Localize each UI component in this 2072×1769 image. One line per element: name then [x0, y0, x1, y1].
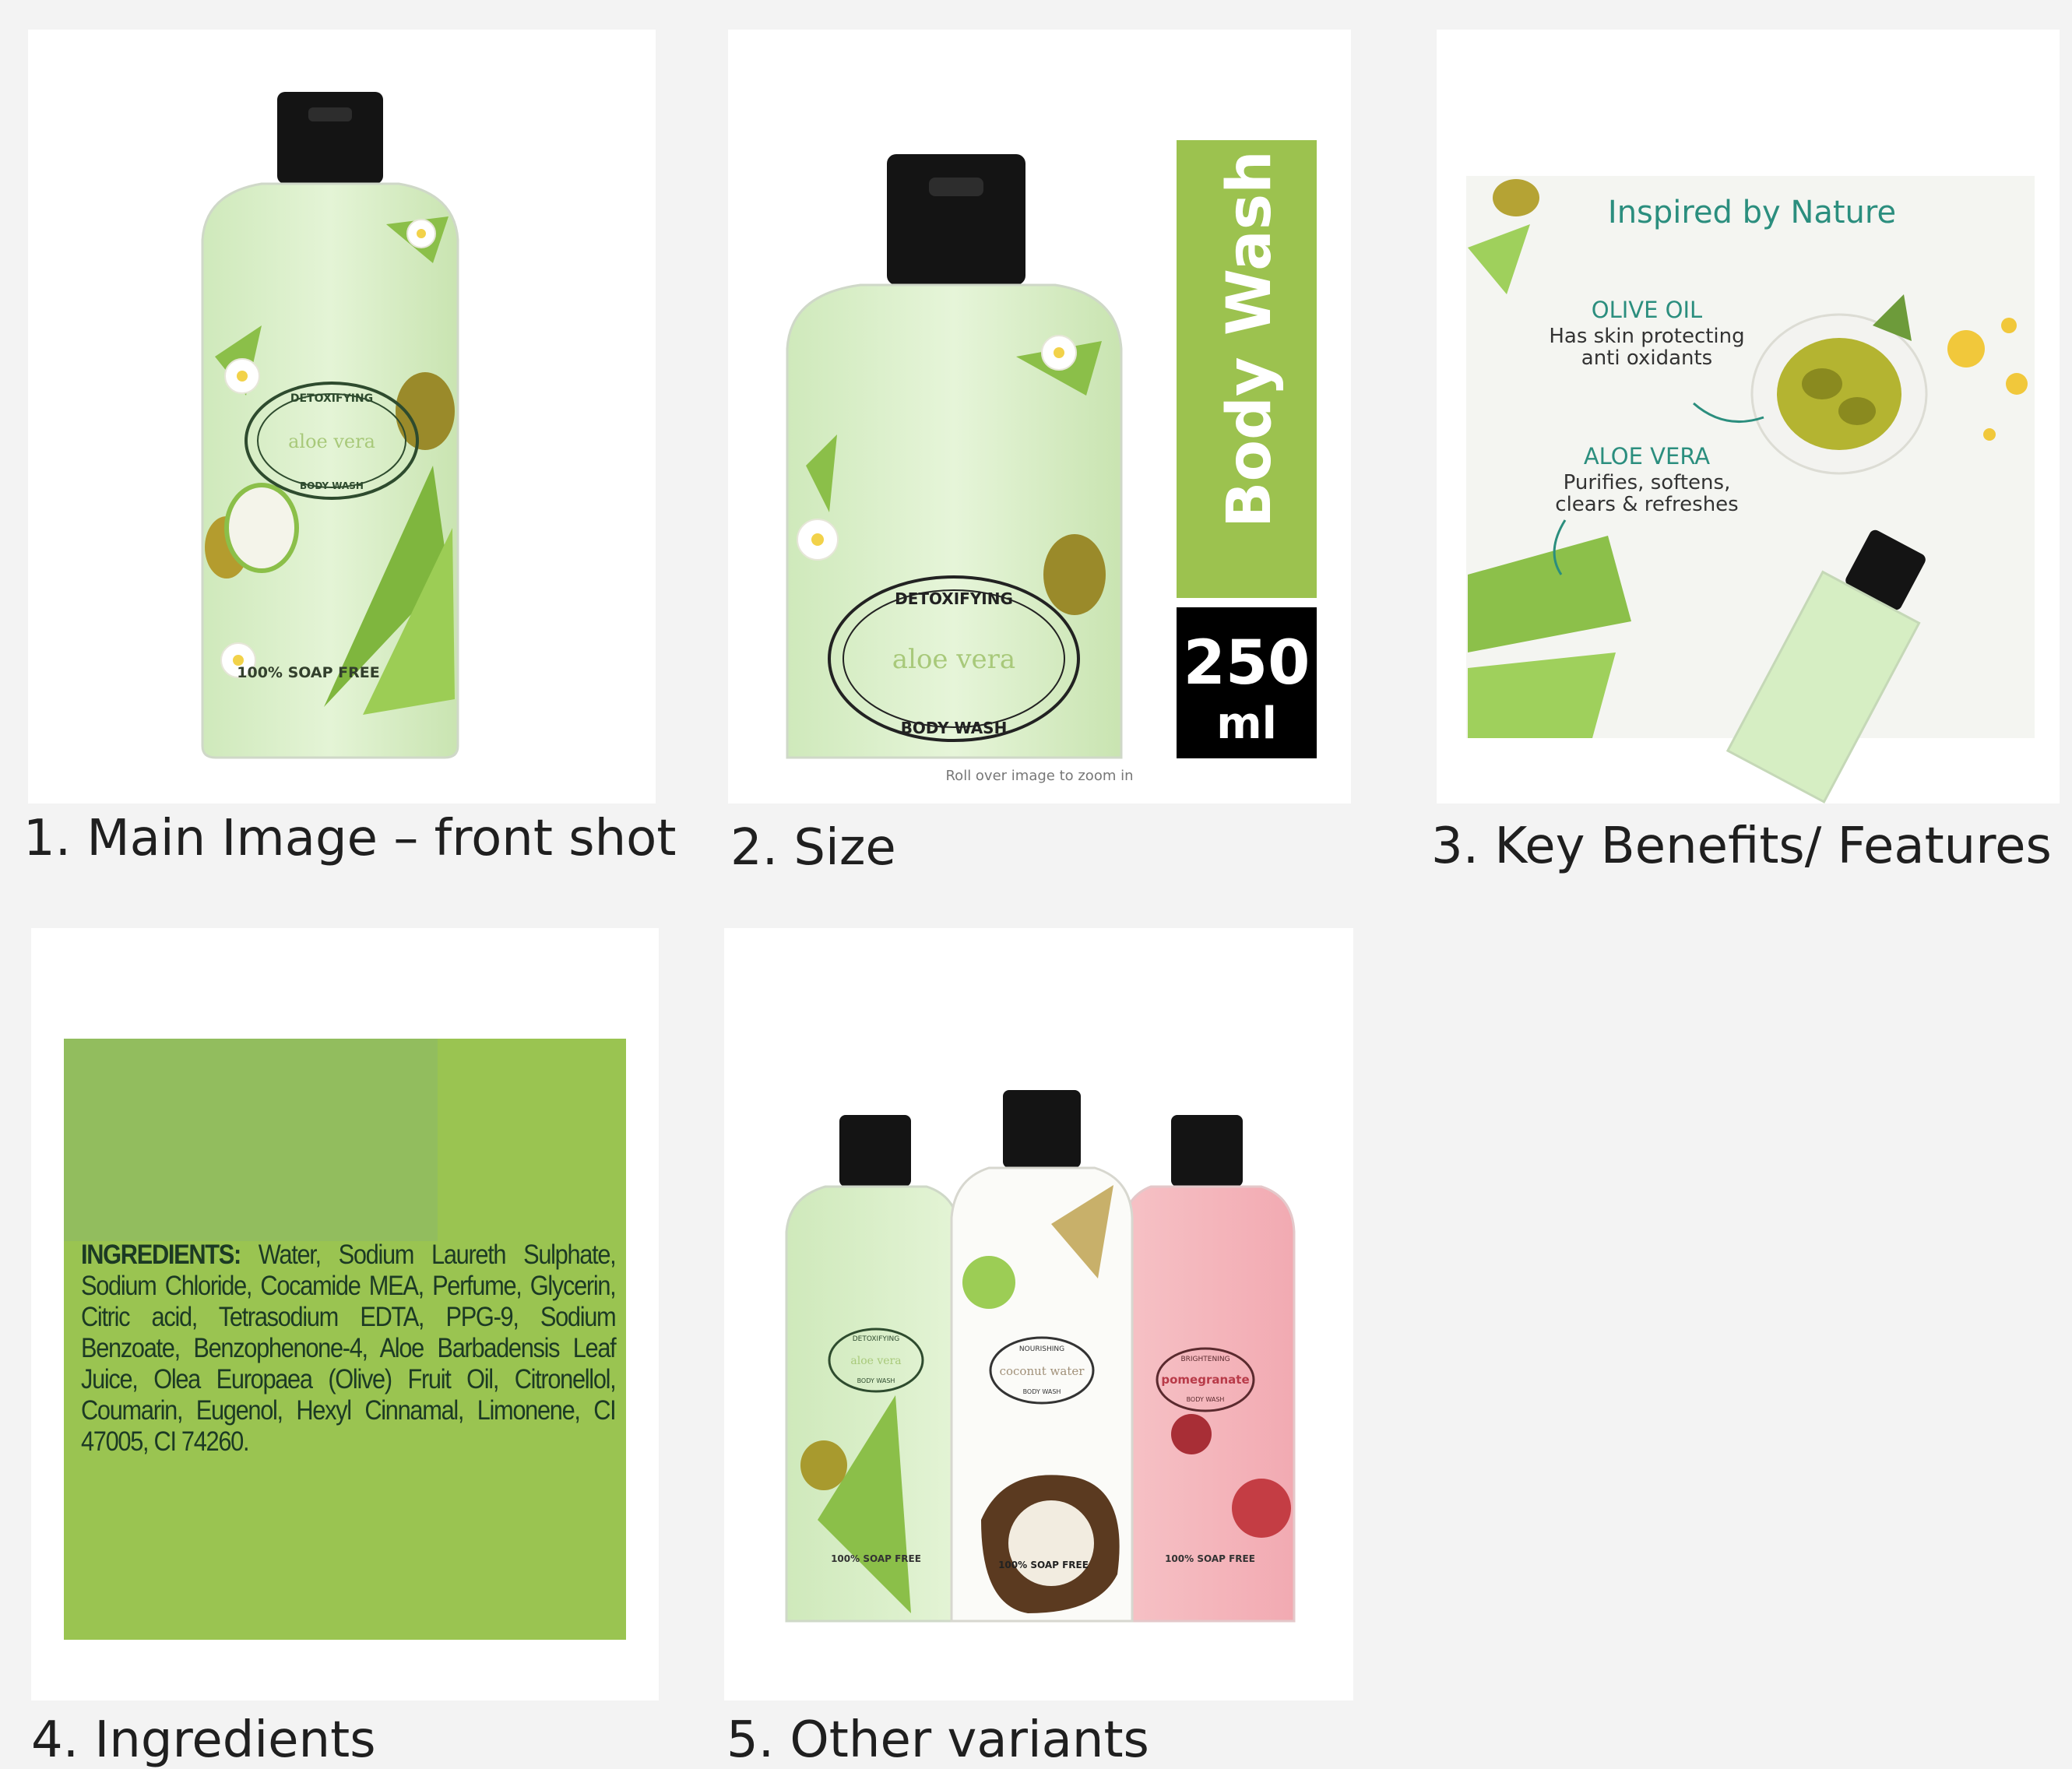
- panel-other-variants[interactable]: DETOXIFYING aloe vera BODY WASH 100% SOA…: [724, 928, 1353, 1700]
- size-bottle-image: DETOXIFYING aloe vera BODY WASH Body Was…: [786, 140, 1317, 784]
- volume-unit-text: ml: [1216, 698, 1277, 749]
- ingredients-list: Water, Sodium Laureth Sulphate, Sodium C…: [81, 1240, 617, 1457]
- panel-size[interactable]: DETOXIFYING aloe vera BODY WASH Body Was…: [728, 30, 1351, 804]
- variant-left-top: DETOXIFYING: [853, 1335, 900, 1343]
- aloe-bottle-front-image: DETOXIFYING aloe vera BODY WASH 100% SOA…: [201, 92, 459, 759]
- aloe-vera-desc-1: Purifies, softens,: [1564, 471, 1731, 494]
- variant-right-soap-free: 100% SOAP FREE: [1165, 1553, 1255, 1564]
- aloe-vera-desc-2: clears & refreshes: [1555, 493, 1738, 516]
- ingredients-image: INGREDIENTS: Water, Sodium Laureth Sulph…: [64, 1039, 626, 1640]
- variant-left-bottom: BODY WASH: [857, 1377, 895, 1384]
- size-label-name-text: aloe vera: [892, 644, 1015, 675]
- ingredients-bg-shade: [64, 1039, 438, 1241]
- label-name-text: aloe vera: [288, 431, 375, 452]
- zoom-hint-text: Roll over image to zoom in: [945, 768, 1133, 784]
- label-top-text: DETOXIFYING: [290, 392, 373, 405]
- variants-bottles-image: DETOXIFYING aloe vera BODY WASH 100% SOA…: [785, 1090, 1296, 1623]
- label-bottom-text: BODY WASH: [300, 480, 364, 491]
- variant-mid-top: NOURISHING: [1019, 1345, 1064, 1353]
- variant-left-soap-free: 100% SOAP FREE: [831, 1553, 921, 1564]
- variant-right-top: BRIGHTENING: [1180, 1356, 1229, 1363]
- variant-left-name: aloe vera: [850, 1355, 901, 1367]
- ingredients-text-block: INGREDIENTS: Water, Sodium Laureth Sulph…: [81, 1240, 617, 1458]
- variant-mid-name: coconut water: [1000, 1364, 1085, 1378]
- volume-number-text: 250: [1184, 628, 1310, 698]
- panel-main-image[interactable]: DETOXIFYING aloe vera BODY WASH 100% SOA…: [28, 30, 656, 804]
- olive-oil-desc-2: anti oxidants: [1581, 346, 1712, 370]
- benefits-heading-text: Inspired by Nature: [1608, 195, 1896, 230]
- variant-right-bottom: BODY WASH: [1187, 1396, 1225, 1403]
- soap-free-text: 100% SOAP FREE: [237, 664, 379, 681]
- caption-key-benefits: 3. Key Benefits/ Features: [1431, 818, 2052, 875]
- caption-size: 2. Size: [730, 819, 896, 877]
- panel-ingredients[interactable]: INGREDIENTS: Water, Sodium Laureth Sulph…: [31, 928, 659, 1700]
- caption-main-image: 1. Main Image – front shot: [23, 810, 677, 867]
- panel-key-benefits[interactable]: Inspired by Nature OLIVE OIL Has skin pr…: [1437, 30, 2060, 804]
- size-label-bottom-text: BODY WASH: [901, 719, 1008, 737]
- olive-oil-title: OLIVE OIL: [1592, 297, 1702, 323]
- ingredients-label: INGREDIENTS:: [81, 1240, 241, 1270]
- variant-mid-soap-free: 100% SOAP FREE: [998, 1560, 1089, 1570]
- variant-right-name: pomegranate: [1161, 1373, 1249, 1387]
- variant-mid-bottom: BODY WASH: [1023, 1388, 1061, 1395]
- olive-oil-desc-1: Has skin protecting: [1549, 325, 1744, 348]
- aloe-vera-title: ALOE VERA: [1584, 443, 1710, 470]
- size-label-top-text: DETOXIFYING: [895, 589, 1013, 608]
- benefits-infographic-image: Inspired by Nature OLIVE OIL Has skin pr…: [1466, 176, 2035, 804]
- product-type-text: Body Wash: [1215, 150, 1285, 528]
